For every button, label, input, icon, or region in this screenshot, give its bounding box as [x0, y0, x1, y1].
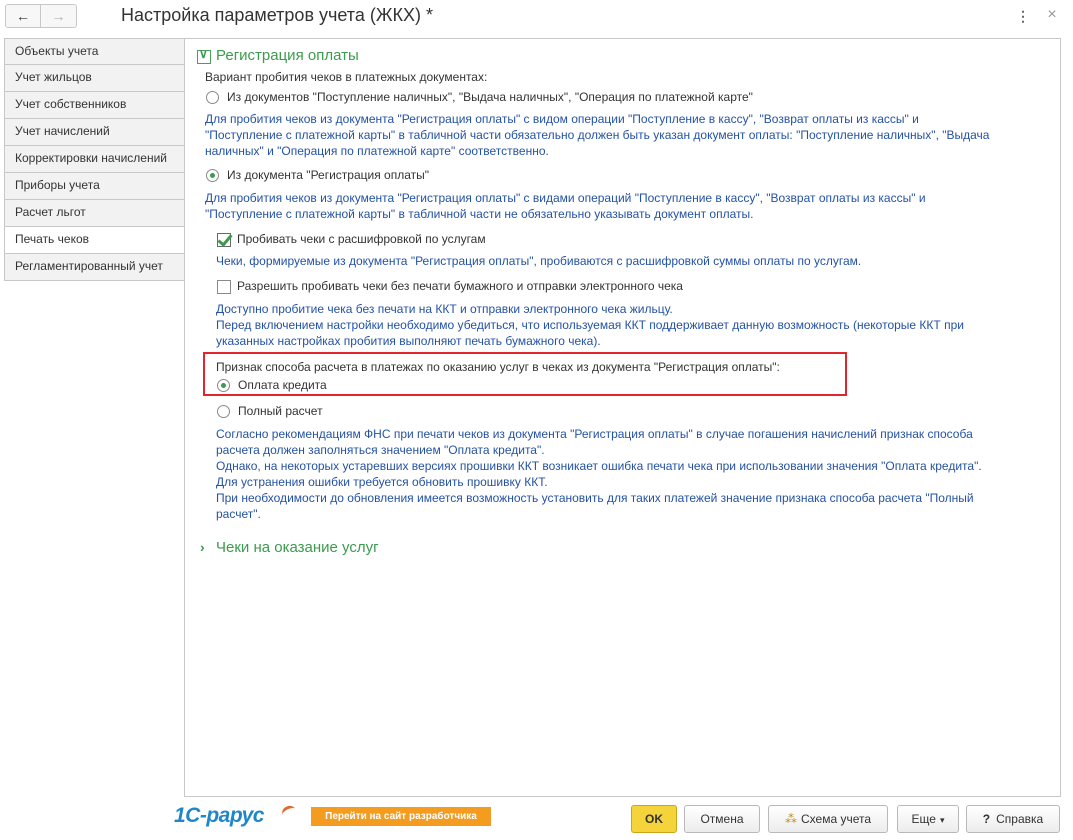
section-receipt-printing[interactable]: Печать чеков	[4, 227, 185, 254]
checkbox-breakdown-by-services[interactable]	[217, 233, 231, 247]
back-arrow-icon[interactable]: ←	[6, 5, 42, 27]
nav-buttons: ← →	[5, 4, 77, 28]
section-residents[interactable]: Учет жильцов	[4, 65, 185, 92]
developer-site-button[interactable]: Перейти на сайт разработчика	[311, 807, 491, 826]
chevron-right-icon[interactable]: ›	[200, 539, 205, 555]
more-menu-icon[interactable]: ⋮	[1016, 7, 1030, 25]
checkbox1-hint: Чеки, формируемые из документа "Регистра…	[216, 254, 862, 268]
section-accrual-corrections[interactable]: Корректировки начислений	[4, 146, 185, 173]
checkbox2-hint: Доступно пробитие чека без печати на ККТ…	[216, 302, 964, 348]
checkbox-no-print-receipt[interactable]	[217, 280, 231, 294]
logo-swoosh-icon	[280, 803, 298, 821]
window-title: Настройка параметров учета (ЖКХ) *	[121, 5, 433, 25]
question-icon: ?	[982, 812, 991, 826]
forward-arrow-icon[interactable]: →	[41, 5, 76, 27]
close-icon[interactable]: ×	[1044, 6, 1060, 24]
section-owners[interactable]: Учет собственников	[4, 92, 185, 119]
variant-label: Вариант пробития чеков в платежных докум…	[205, 70, 488, 84]
radio-from-cash-documents[interactable]	[206, 91, 219, 104]
accounting-scheme-label: Схема учета	[800, 812, 872, 826]
settings-panel: ∨ Регистрация оплаты Вариант пробития че…	[184, 38, 1061, 797]
group-title-service-receipts[interactable]: Чеки на оказание услуг	[216, 539, 379, 556]
help-label: Справка	[996, 812, 1044, 826]
checkbox-no-print-receipt-label[interactable]: Разрешить пробивать чеки без печати бума…	[237, 279, 683, 293]
option1-hint: Для пробития чеков из документа "Регистр…	[205, 112, 990, 158]
scheme-icon: ⁂	[784, 812, 797, 826]
sections-list: Объекты учета Учет жильцов Учет собствен…	[4, 38, 185, 281]
radio-full-payment[interactable]	[217, 405, 230, 418]
option2-hint: Для пробития чеков из документа "Регистр…	[205, 191, 926, 221]
radio-from-payment-registration[interactable]	[206, 169, 219, 182]
section-meters[interactable]: Приборы учета	[4, 173, 185, 200]
radio-credit-payment[interactable]	[217, 379, 230, 392]
checkbox-breakdown-by-services-label[interactable]: Пробивать чеки с расшифровкой по услугам	[237, 232, 486, 246]
cancel-button[interactable]: Отмена	[684, 805, 760, 833]
caret-down-icon: ▾	[939, 815, 945, 825]
radio-from-payment-registration-label[interactable]: Из документа "Регистрация оплаты"	[227, 168, 429, 182]
section-benefits[interactable]: Расчет льгот	[4, 200, 185, 227]
accounting-scheme-button[interactable]: ⁂ Схема учета	[768, 805, 888, 833]
chevron-down-icon: ∨	[199, 47, 208, 61]
more-actions-label: Еще	[911, 812, 936, 826]
group-title-payment-registration[interactable]: Регистрация оплаты	[216, 47, 359, 64]
radio-full-payment-label[interactable]: Полный расчет	[238, 404, 323, 418]
more-actions-button[interactable]: Еще ▾	[897, 805, 959, 833]
title-bar: ← → Настройка параметров учета (ЖКХ) * ⋮…	[0, 0, 1073, 32]
rarus-logo: 1C-рарус	[174, 804, 265, 827]
section-objects[interactable]: Объекты учета	[4, 38, 185, 65]
section-regulated-accounting[interactable]: Регламентированный учет	[4, 254, 185, 281]
payment-method-hint: Согласно рекомендациям ФНС при печати че…	[216, 427, 982, 521]
payment-method-label: Признак способа расчета в платежах по ок…	[216, 360, 780, 374]
section-accruals[interactable]: Учет начислений	[4, 119, 185, 146]
help-button[interactable]: ? Справка	[966, 805, 1060, 833]
ok-button[interactable]: OK	[631, 805, 677, 833]
radio-from-cash-documents-label[interactable]: Из документов "Поступление наличных", "В…	[227, 90, 753, 104]
radio-credit-payment-label[interactable]: Оплата кредита	[238, 378, 327, 392]
group-collapse-toggle[interactable]: ∨	[197, 47, 211, 64]
